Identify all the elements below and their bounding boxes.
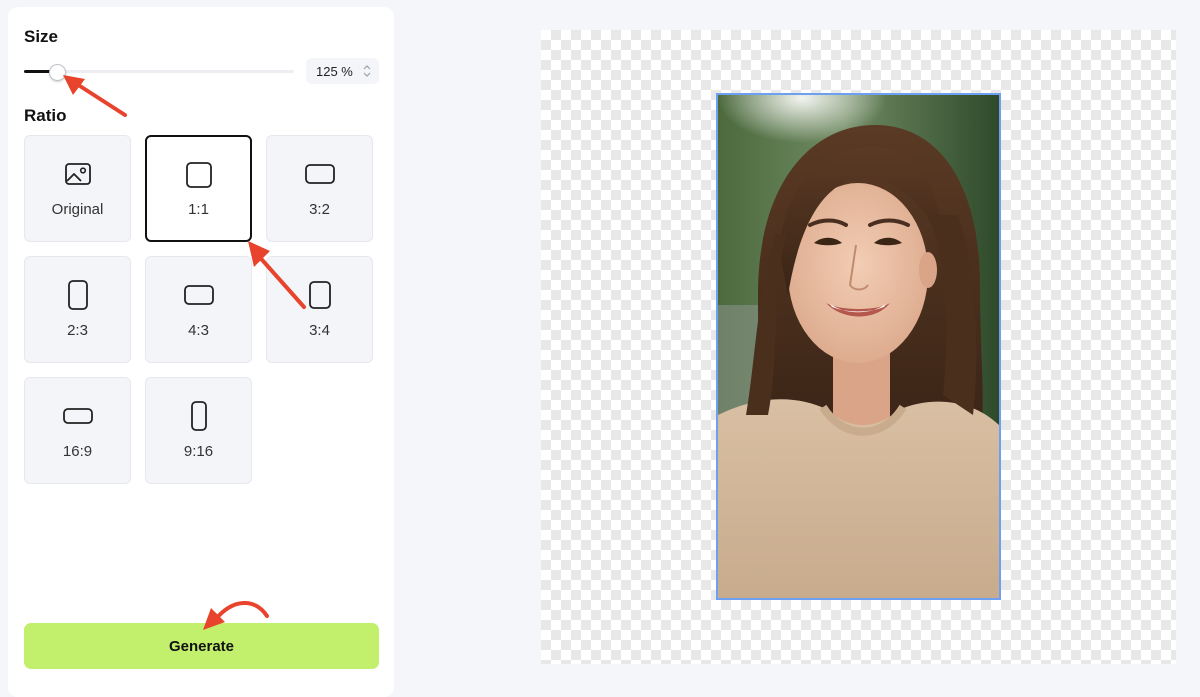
ratio-option-2-3[interactable]: 2:3	[24, 256, 131, 363]
ratio-label: 2:3	[67, 322, 88, 339]
portrait-rect-icon	[67, 279, 89, 311]
size-slider-thumb[interactable]	[49, 64, 66, 81]
ratio-label: 3:2	[309, 201, 330, 218]
ratio-label: 16:9	[62, 443, 93, 460]
size-title: Size	[24, 27, 59, 46]
size-value-text: 125 %	[316, 64, 353, 79]
ratio-label: Original	[51, 201, 104, 218]
ratio-option-3-4[interactable]: 3:4	[266, 256, 373, 363]
generate-button[interactable]: Generate	[24, 623, 379, 669]
landscape-rect-icon	[183, 284, 215, 306]
ratio-title: Ratio	[24, 106, 67, 125]
stepper-icon[interactable]	[362, 62, 372, 80]
ratio-option-16-9[interactable]: 16:9	[24, 377, 131, 484]
square-icon	[185, 161, 213, 189]
ratio-label: 4:3	[188, 322, 209, 339]
portrait-photo[interactable]	[716, 93, 1001, 600]
portrait-photo-image	[718, 95, 999, 598]
image-icon	[64, 162, 92, 186]
tall-rect-icon	[189, 400, 209, 432]
ratio-option-original[interactable]: Original	[24, 135, 131, 242]
ratio-label: 3:4	[309, 322, 330, 339]
ratio-option-3-2[interactable]: 3:2	[266, 135, 373, 242]
ratio-label: 9:16	[183, 443, 214, 460]
wide-rect-icon	[62, 406, 94, 426]
ratio-option-9-16[interactable]: 9:16	[145, 377, 252, 484]
ratio-option-4-3[interactable]: 4:3	[145, 256, 252, 363]
size-value-input[interactable]: 125 %	[306, 58, 379, 84]
portrait-rect-icon	[308, 280, 332, 310]
ratio-label: 1:1	[188, 201, 209, 218]
landscape-rect-icon	[304, 163, 336, 185]
ratio-option-1-1[interactable]: 1:1	[145, 135, 252, 242]
